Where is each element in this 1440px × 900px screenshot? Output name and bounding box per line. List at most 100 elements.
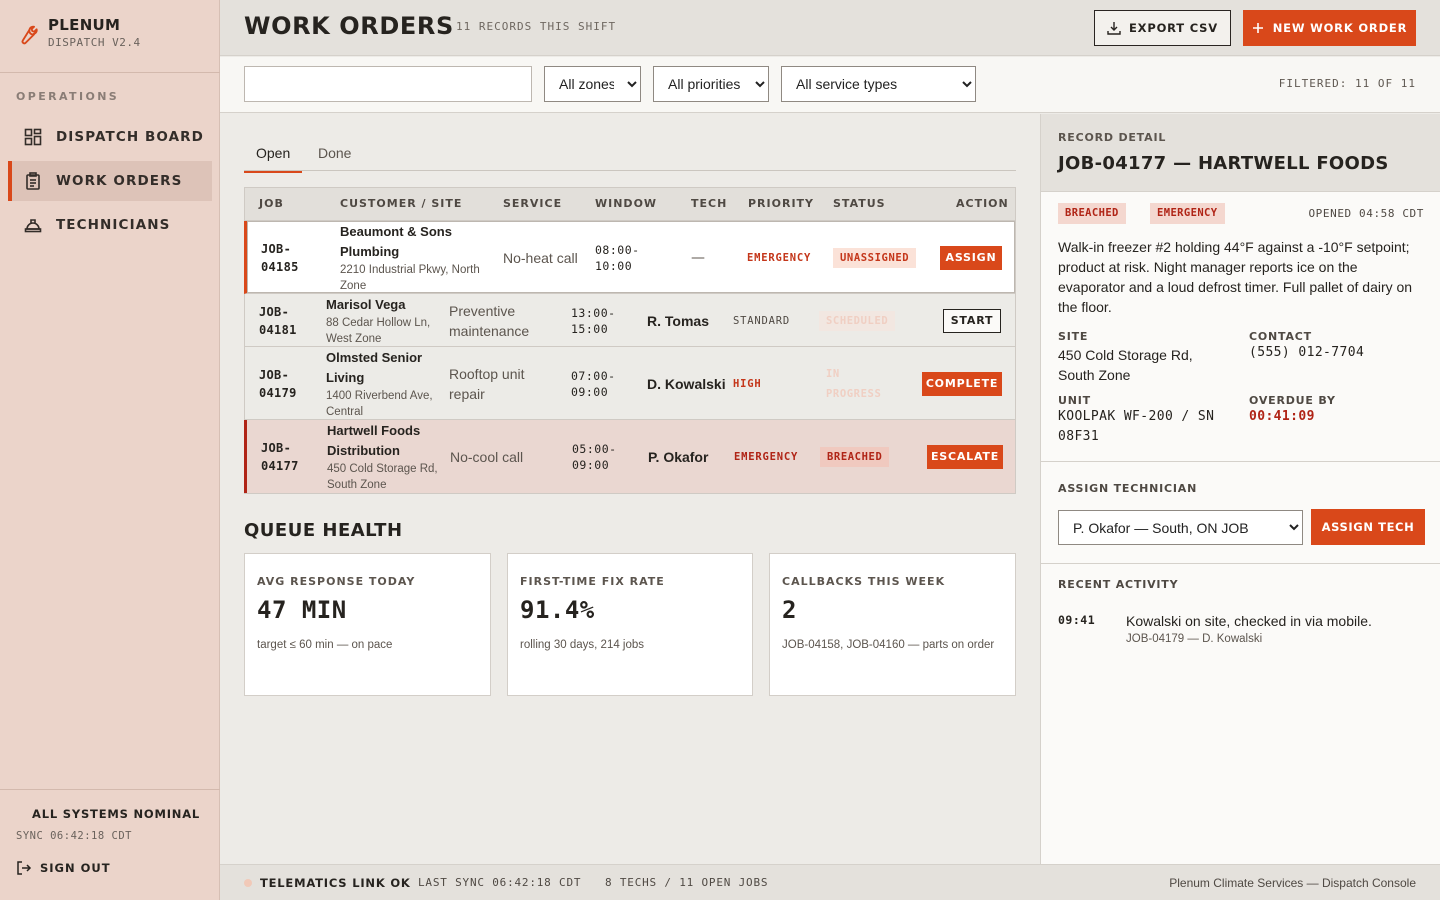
customer-site: 88 Cedar Hollow Ln, West Zone	[326, 316, 431, 345]
activity-text: Kowalski on site, checked in via mobile.	[1126, 613, 1372, 629]
status-badge: SCHEDULED	[819, 310, 896, 331]
search-input[interactable]	[244, 66, 532, 102]
service-window: 07:00-09:00	[571, 368, 616, 399]
export-csv-button[interactable]: EXPORT CSV	[1094, 10, 1231, 46]
table-row[interactable]: JOB-04177 Hartwell Foods Distribution 45…	[244, 420, 1015, 493]
status-badge: UNASSIGNED	[833, 247, 917, 268]
overdue-label: OVERDUE BY	[1249, 394, 1336, 407]
metric-card: AVG RESPONSE TODAY 47 MIN target ≤ 60 mi…	[244, 553, 491, 696]
service-window: 08:00-10:00	[595, 242, 640, 273]
site-label: SITE	[1058, 330, 1089, 343]
activity-time: 09:41	[1058, 613, 1096, 627]
grid-icon	[24, 128, 42, 146]
sign-out-icon	[17, 861, 32, 875]
service-type-select[interactable]: All service types	[781, 66, 976, 102]
wrench-icon	[21, 25, 38, 45]
column-header: STATUS	[833, 197, 886, 210]
header: WORK ORDERS 11 RECORDS THIS SHIFT EXPORT…	[220, 0, 1440, 56]
technician-select[interactable]: P. Okafor — South, ON JOB	[1058, 510, 1303, 545]
sign-out-button[interactable]: SIGN OUT	[16, 860, 111, 876]
job-description: Walk-in freezer #2 holding 44°F against …	[1058, 239, 1413, 315]
status-dot-icon	[244, 879, 252, 887]
metric-note: rolling 30 days, 214 jobs	[520, 639, 645, 651]
table-row[interactable]: JOB-04181 Marisol Vega 88 Cedar Hollow L…	[245, 294, 1015, 347]
metric-label: FIRST-TIME FIX RATE	[520, 575, 665, 588]
zone-select[interactable]: All zones	[544, 66, 641, 102]
new-work-order-button[interactable]: NEW WORK ORDER	[1243, 10, 1416, 46]
status-badge: BREACHED	[820, 446, 890, 467]
overdue-value: 00:41:09	[1249, 409, 1315, 424]
assign-button[interactable]: ASSIGN	[940, 245, 1002, 270]
work-orders-table: JOB CUSTOMER / SITE SERVICE WINDOW TECH …	[244, 187, 1016, 494]
job-id: JOB-04185	[261, 241, 299, 274]
tech-name: R. Tomas	[647, 312, 709, 329]
metric-label: CALLBACKS THIS WEEK	[782, 575, 946, 588]
assign-tech-button[interactable]: ASSIGN TECH	[1311, 509, 1425, 545]
customer-site: 450 Cold Storage Rd, South Zone	[327, 462, 438, 491]
priority-label: EMERGENCY	[734, 450, 799, 463]
column-header: ACTION	[956, 197, 1009, 210]
brand-name: PLENUM	[48, 16, 121, 34]
table-row[interactable]: JOB-04179 Olmsted Senior Living 1400 Riv…	[245, 347, 1015, 420]
hardhat-icon	[24, 219, 42, 233]
column-header: TECH	[691, 197, 728, 210]
service-type: Rooftop unit repair	[449, 365, 525, 402]
detail-label: RECORD DETAIL	[1058, 131, 1167, 144]
start-button[interactable]: START	[943, 308, 1001, 333]
app-name: Plenum Climate Services — Dispatch Conso…	[1169, 876, 1416, 890]
table-row[interactable]: JOB-04185 Beaumont & Sons Plumbing 2210 …	[244, 221, 1015, 294]
sync-time: SYNC 06:42:18 CDT	[16, 830, 132, 842]
main-content: Open Done JOB CUSTOMER / SITE SERVICE WI…	[220, 114, 1040, 864]
plus-icon	[1252, 23, 1263, 33]
activity-sub: JOB-04179 — D. Kowalski	[1126, 633, 1263, 645]
sidebar-item-label: TECHNICIANS	[56, 217, 171, 233]
column-header: JOB	[259, 197, 284, 210]
divider	[0, 789, 220, 790]
tab-done[interactable]: Done	[318, 145, 351, 171]
service-type: No-heat call	[503, 249, 578, 266]
clipboard-icon	[26, 172, 40, 190]
divider	[1041, 563, 1440, 564]
column-header: SERVICE	[503, 197, 563, 210]
unit-label: UNIT	[1058, 394, 1091, 407]
metric-value: 47 MIN	[257, 596, 347, 624]
brand: PLENUM DISPATCH V2.4	[16, 14, 141, 49]
customer-site: 1400 Riverbend Ave, Central	[326, 389, 433, 418]
sidebar-item-work-orders[interactable]: WORK ORDERS	[8, 161, 212, 201]
contact-label: CONTACT	[1249, 330, 1312, 343]
metric-note: target ≤ 60 min — on pace	[257, 639, 393, 651]
sidebar-item-label: WORK ORDERS	[56, 173, 183, 189]
detail-header: RECORD DETAIL JOB-04177 — HARTWELL FOODS	[1041, 114, 1440, 192]
metric-label: AVG RESPONSE TODAY	[257, 575, 416, 588]
job-id: JOB-04179	[259, 367, 297, 400]
brand-version: DISPATCH V2.4	[48, 36, 141, 49]
download-icon	[1107, 22, 1121, 35]
tab-open[interactable]: Open	[244, 145, 303, 173]
service-type: No-cool call	[450, 448, 524, 465]
site-value: 450 Cold Storage Rd, South Zone	[1058, 347, 1193, 383]
sidebar: PLENUM DISPATCH V2.4 OPERATIONS DISPATCH…	[0, 0, 220, 900]
sidebar-section-label: OPERATIONS	[16, 90, 120, 103]
last-sync: LAST SYNC 06:42:18 CDT	[418, 876, 582, 889]
filtered-count: FILTERED: 11 OF 11	[1278, 77, 1416, 90]
customer-name: Olmsted Senior Living	[326, 349, 423, 385]
job-id: JOB-04181	[259, 304, 297, 337]
new-label: NEW WORK ORDER	[1272, 21, 1408, 35]
sidebar-item-dispatch-board[interactable]: DISPATCH BOARD	[8, 117, 212, 157]
escalate-button[interactable]: ESCALATE	[927, 444, 1003, 469]
metric-card: FIRST-TIME FIX RATE 91.4% rolling 30 day…	[507, 553, 753, 696]
contact-value[interactable]: (555) 012-7704	[1249, 343, 1364, 363]
complete-button[interactable]: COMPLETE	[922, 371, 1002, 396]
metric-card: CALLBACKS THIS WEEK 2 JOB-04158, JOB-041…	[769, 553, 1016, 696]
record-count: 11 RECORDS THIS SHIFT	[456, 20, 617, 33]
export-label: EXPORT CSV	[1129, 21, 1218, 35]
record-detail-panel: RECORD DETAIL JOB-04177 — HARTWELL FOODS…	[1040, 114, 1440, 864]
sign-out-label: SIGN OUT	[40, 861, 111, 875]
column-header: CUSTOMER / SITE	[340, 197, 463, 210]
service-window: 05:00-09:00	[572, 441, 617, 472]
sidebar-item-technicians[interactable]: TECHNICIANS	[8, 205, 212, 245]
customer-name: Hartwell Foods Distribution	[327, 422, 421, 458]
service-type: Preventive maintenance	[449, 302, 530, 339]
tech-name: D. Kowalski	[647, 375, 726, 392]
priority-select[interactable]: All priorities	[653, 66, 769, 102]
